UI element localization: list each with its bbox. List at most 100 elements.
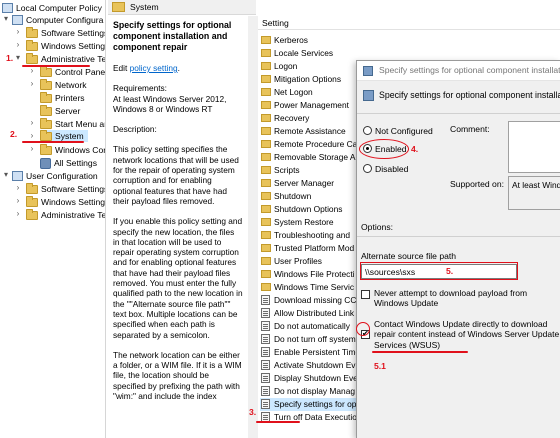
tree-item-printers[interactable]: Printers — [40, 92, 85, 104]
options-label: Options: — [361, 222, 394, 232]
description-tab[interactable]: System — [108, 0, 256, 15]
tree-item-windows-components[interactable]: Windows Cor — [40, 144, 105, 156]
settings-row-label: Download missing CC — [274, 295, 357, 305]
settings-row-label: Recovery — [274, 113, 310, 123]
settings-policy-row[interactable]: Enable Persistent Time — [260, 346, 360, 359]
policy-setting-icon — [261, 386, 270, 396]
settings-policy-row[interactable]: Do not display Manag — [260, 385, 360, 398]
settings-folder-row[interactable]: Troubleshooting and — [260, 229, 360, 242]
chevron-right-icon[interactable]: › — [14, 27, 22, 36]
comment-textarea[interactable] — [508, 121, 560, 173]
settings-folder-row[interactable]: Recovery — [260, 112, 360, 125]
settings-folder-row[interactable]: Removable Storage A — [260, 151, 360, 164]
annotation-step-2: 2. — [10, 129, 18, 139]
annotation-underline-administrative — [22, 65, 90, 67]
folder-icon — [261, 114, 271, 122]
settings-row-label: Specify settings for op — [274, 399, 357, 409]
settings-policy-row[interactable]: Do not turn off system — [260, 333, 360, 346]
settings-folder-row[interactable]: Mitigation Options — [260, 73, 360, 86]
folder-icon — [261, 283, 271, 291]
supported-on-box: At least Window — [508, 176, 560, 210]
tree-item-user-windows-settings[interactable]: Windows Setting — [26, 196, 105, 208]
folder-icon — [261, 127, 271, 135]
chevron-down-icon[interactable]: ▾ — [2, 14, 10, 23]
chevron-right-icon[interactable]: › — [28, 118, 36, 127]
chevron-right-icon[interactable]: › — [28, 66, 36, 75]
folder-icon — [261, 101, 271, 109]
settings-folder-row[interactable]: Server Manager — [260, 177, 360, 190]
chevron-right-icon[interactable]: › — [28, 144, 36, 153]
folder-icon — [261, 205, 271, 213]
folder-icon — [26, 209, 38, 220]
tree-item-computer-configuration[interactable]: Computer Configura — [12, 14, 103, 26]
settings-folder-row[interactable]: Locale Services — [260, 47, 360, 60]
settings-folder-row[interactable]: Scripts — [260, 164, 360, 177]
tree-item-user-administrative-templates[interactable]: Administrative Te — [26, 209, 105, 221]
chevron-right-icon[interactable]: › — [28, 131, 36, 140]
tree-item-administrative-templates[interactable]: Administrative Te — [26, 53, 105, 65]
policy-setting-icon — [261, 295, 270, 305]
settings-row-label: Remote Procedure Ca — [274, 139, 358, 149]
tree-item-server[interactable]: Server — [40, 105, 80, 117]
folder-icon — [40, 118, 52, 129]
tree-item-user-software-settings[interactable]: Software Settings — [26, 183, 105, 195]
tree-item-start-menu[interactable]: Start Menu an — [40, 118, 105, 130]
settings-policy-row[interactable]: Activate Shutdown Ev — [260, 359, 360, 372]
settings-folder-row[interactable]: System Restore — [260, 216, 360, 229]
tree-item-user-configuration[interactable]: User Configuration — [12, 170, 98, 182]
chevron-right-icon[interactable]: › — [14, 209, 22, 218]
folder-icon — [40, 79, 52, 90]
settings-row-label: Windows File Protecti — [274, 269, 355, 279]
settings-policy-row[interactable]: Do not automatically — [260, 320, 360, 333]
settings-folder-row[interactable]: Power Management — [260, 99, 360, 112]
policy-icon — [363, 90, 374, 101]
settings-row-label: Mitigation Options — [274, 74, 342, 84]
folder-icon — [26, 40, 38, 51]
settings-folder-row[interactable]: Net Logon — [260, 86, 360, 99]
annotation-circle-checkbox — [356, 322, 370, 336]
settings-policy-row[interactable]: Allow Distributed Link — [260, 307, 360, 320]
setting-column-header[interactable]: Setting — [258, 16, 560, 30]
settings-row-label: Do not automatically — [274, 321, 350, 331]
folder-icon — [40, 66, 52, 77]
chevron-right-icon[interactable]: › — [14, 196, 22, 205]
settings-folder-row[interactable]: Logon — [260, 60, 360, 73]
chevron-down-icon[interactable]: ▾ — [2, 170, 10, 179]
folder-icon — [261, 270, 271, 278]
chevron-right-icon[interactable]: › — [28, 79, 36, 88]
tree-item-network[interactable]: Network — [40, 79, 87, 91]
settings-folder-row[interactable]: Windows File Protecti — [260, 268, 360, 281]
settings-folder-row[interactable]: Remote Procedure Ca — [260, 138, 360, 151]
dialog-titlebar[interactable]: Specify settings for optional component … — [357, 61, 560, 81]
chevron-right-icon[interactable]: › — [14, 40, 22, 49]
computer-policy-icon — [2, 3, 13, 13]
settings-folder-row[interactable]: User Profiles — [260, 255, 360, 268]
tree-item-all-settings[interactable]: All Settings — [40, 157, 97, 169]
tree-item-windows-settings[interactable]: Windows Setting — [26, 40, 105, 52]
policy-dialog: Specify settings for optional component … — [356, 60, 560, 438]
tree-item-control-panel[interactable]: Control Panel — [40, 66, 105, 78]
settings-row-label: Power Management — [274, 100, 349, 110]
folder-icon — [40, 92, 52, 103]
chevron-down-icon[interactable]: ▾ — [14, 53, 22, 62]
settings-folder-row[interactable]: Remote Assistance — [260, 125, 360, 138]
tree-item-software-settings[interactable]: Software Settings — [26, 27, 105, 39]
settings-policy-row[interactable]: Download missing CC — [260, 294, 360, 307]
settings-folder-row[interactable]: Windows Time Servic — [260, 281, 360, 294]
description-scrollbar[interactable] — [248, 16, 258, 438]
chevron-right-icon[interactable]: › — [14, 183, 22, 192]
settings-policy-row[interactable]: Specify settings for op — [260, 398, 360, 411]
tree-item-local-computer-policy[interactable]: Local Computer Policy — [2, 2, 102, 14]
radio-not-configured[interactable]: Not Configured — [363, 125, 433, 137]
settings-folder-row[interactable]: Shutdown — [260, 190, 360, 203]
settings-folder-row[interactable]: Shutdown Options — [260, 203, 360, 216]
edit-policy-link[interactable]: policy setting — [130, 63, 178, 73]
settings-policy-row[interactable]: Display Shutdown Eve — [260, 372, 360, 385]
radio-disabled[interactable]: Disabled — [363, 163, 408, 175]
never-download-checkbox[interactable] — [361, 290, 370, 299]
annotation-box-source-path — [360, 262, 518, 280]
folder-icon — [261, 88, 271, 96]
settings-folder-row[interactable]: Trusted Platform Mod — [260, 242, 360, 255]
folder-icon — [261, 244, 271, 252]
settings-folder-row[interactable]: Kerberos — [260, 34, 360, 47]
